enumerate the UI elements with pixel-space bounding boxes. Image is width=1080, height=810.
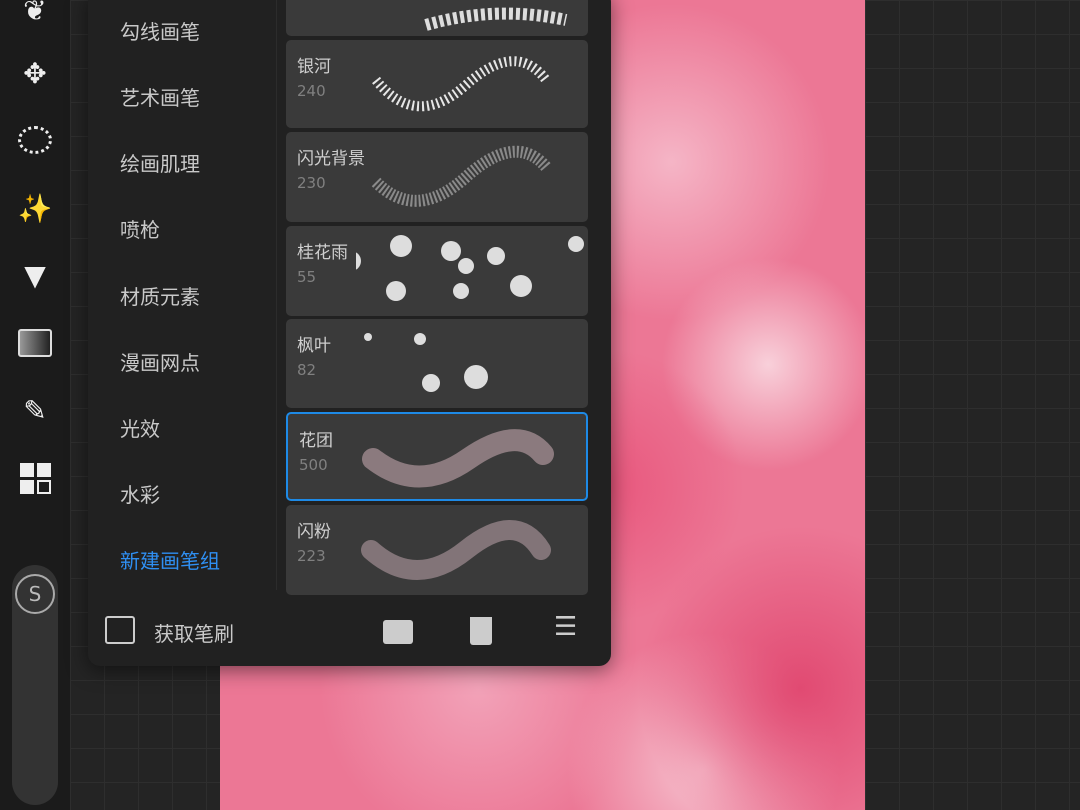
store-icon[interactable] xyxy=(105,616,135,644)
brush-name: 桂花雨 xyxy=(297,243,348,263)
brush-name: 银河 xyxy=(297,57,331,77)
s-button[interactable]: S xyxy=(15,574,55,614)
transform-icon[interactable]: ✥ xyxy=(15,53,55,93)
eyedropper-icon[interactable]: ✎ xyxy=(15,390,55,430)
category-item[interactable]: 水彩 xyxy=(120,480,160,510)
brush-card[interactable]: 闪粉 223 xyxy=(286,505,588,595)
panel-footer: 获取笔刷 ☰ xyxy=(88,600,611,666)
magic-wand-icon[interactable]: ✨ xyxy=(15,188,55,228)
brush-name: 闪光背景 xyxy=(297,149,365,169)
category-item[interactable]: 勾线画笔 xyxy=(120,17,200,47)
brush-card[interactable]: 桂花雨 55 xyxy=(286,226,588,316)
folder-icon[interactable] xyxy=(383,620,413,644)
category-item[interactable]: 光效 xyxy=(120,414,160,444)
brush-count: 230 xyxy=(297,174,326,192)
category-item[interactable]: 绘画肌理 xyxy=(120,149,200,179)
brush-count: 223 xyxy=(297,547,326,565)
category-item[interactable]: 喷枪 xyxy=(120,215,160,245)
selection-icon[interactable] xyxy=(15,120,55,160)
brush-count: 240 xyxy=(297,82,326,100)
category-item[interactable]: 材质元素 xyxy=(120,282,200,312)
get-brushes-link[interactable]: 获取笔刷 xyxy=(154,618,234,647)
background-grid-right xyxy=(865,0,1080,810)
brush-card-partial[interactable] xyxy=(286,0,588,36)
fill-bucket-icon[interactable]: ▼ xyxy=(15,255,55,295)
brush-count: 500 xyxy=(299,456,328,474)
brush-count: 82 xyxy=(297,361,317,379)
category-item[interactable]: 艺术画笔 xyxy=(120,83,200,113)
brush-leaf-icon[interactable]: ❦ xyxy=(15,0,55,30)
brush-card-selected[interactable]: 花团 500 xyxy=(286,412,588,501)
brush-name: 花团 xyxy=(299,431,333,451)
brush-count: 55 xyxy=(297,268,317,286)
trash-icon[interactable] xyxy=(470,617,492,645)
brush-card[interactable]: 银河 240 xyxy=(286,40,588,128)
category-item[interactable]: 漫画网点 xyxy=(120,348,200,378)
menu-icon[interactable]: ☰ xyxy=(554,612,577,642)
gradient-icon[interactable] xyxy=(15,323,55,363)
brush-card[interactable]: 枫叶 82 xyxy=(286,319,588,408)
layout-grid-icon[interactable] xyxy=(15,458,55,498)
new-brush-set-button[interactable]: 新建画笔组 xyxy=(120,546,220,576)
brush-name: 闪粉 xyxy=(297,522,331,542)
brush-name: 枫叶 xyxy=(297,336,331,356)
left-toolbar: ❦ ✥ ✨ ▼ ✎ S xyxy=(0,0,70,810)
brush-card[interactable]: 闪光背景 230 xyxy=(286,132,588,222)
